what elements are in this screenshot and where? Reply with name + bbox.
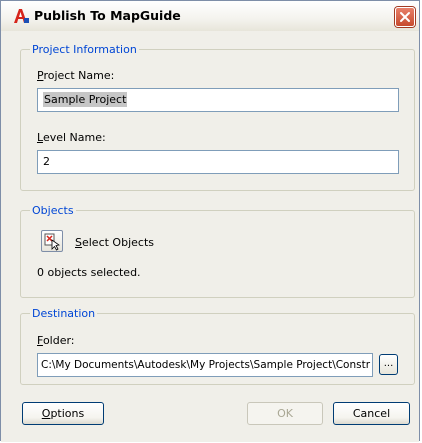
options-button[interactable]: Options <box>22 402 104 425</box>
select-objects-label[interactable]: Select Objects <box>75 236 154 249</box>
cancel-button[interactable]: Cancel <box>333 402 410 425</box>
objects-group: Objects <box>20 204 415 298</box>
ok-button[interactable]: OK <box>247 402 323 425</box>
objects-legend: Objects <box>30 204 76 217</box>
title-bar[interactable]: Publish To MapGuide <box>1 1 419 31</box>
level-name-input[interactable]: 2 <box>37 150 399 174</box>
folder-label: Folder: <box>37 334 75 347</box>
project-name-label: Project Name: <box>37 69 115 82</box>
folder-input[interactable]: C:\My Documents\Autodesk\My Projects\Sam… <box>37 353 373 377</box>
browse-folder-button[interactable]: ... <box>379 354 398 375</box>
level-name-value: 2 <box>43 155 50 168</box>
project-name-input[interactable]: Sample Project <box>37 88 399 112</box>
select-objects-button[interactable] <box>41 230 63 252</box>
objects-selected-status: 0 objects selected. <box>37 266 141 279</box>
window-title: Publish To MapGuide <box>34 8 181 23</box>
autocad-logo-icon <box>12 7 30 25</box>
project-information-legend: Project Information <box>30 43 139 56</box>
level-name-label: Level Name: <box>37 131 106 144</box>
select-objects-icon <box>44 233 61 251</box>
close-icon <box>400 12 410 22</box>
close-button[interactable] <box>395 7 415 27</box>
publish-dialog: Publish To MapGuide Project Information … <box>0 0 420 442</box>
folder-value: C:\My Documents\Autodesk\My Projects\Sam… <box>41 359 371 371</box>
destination-legend: Destination <box>30 307 98 320</box>
project-name-value: Sample Project <box>43 92 128 107</box>
